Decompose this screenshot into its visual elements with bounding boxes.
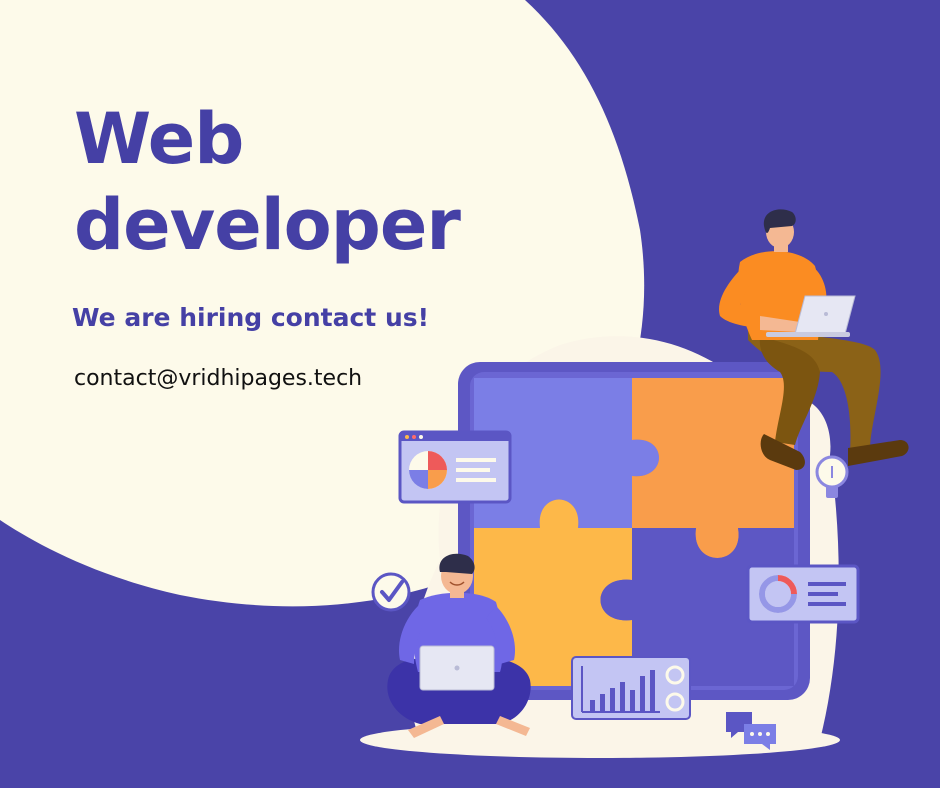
headline: Web developer (74, 96, 461, 268)
poster-canvas: Web developer We are hiring contact us! … (0, 0, 940, 788)
bar-chart-card (571, 656, 691, 720)
contact-email[interactable]: contact@vridhipages.tech (74, 364, 362, 394)
headline-line2: developer (74, 184, 461, 266)
headline-line1: Web (74, 98, 244, 180)
hiring-subheading: We are hiring contact us! (72, 303, 430, 332)
checkmark-icon (371, 572, 411, 612)
progress-card (746, 564, 860, 624)
pie-chart-card (398, 430, 512, 504)
